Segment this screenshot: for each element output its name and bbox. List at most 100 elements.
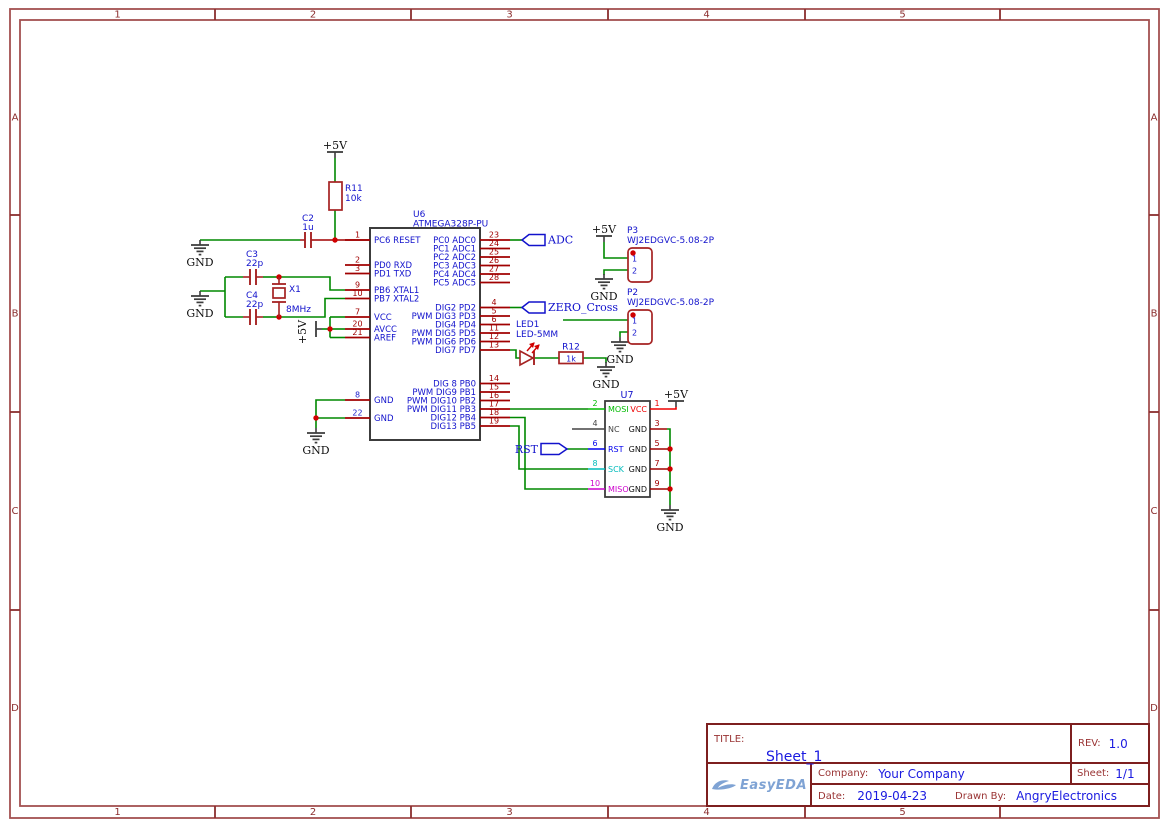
- pin-name: MOSI: [608, 405, 629, 414]
- title-block: TITLE: Sheet_1 REV: 1.0 EasyEDA Company:…: [706, 723, 1150, 807]
- component-p3[interactable]: 1 2 P3WJ2EDGVC-5.08-2P: [627, 226, 715, 283]
- pin-name: PB7 XTAL2: [374, 295, 419, 305]
- pin-number: 6: [592, 439, 597, 448]
- pin-name: SCK: [608, 465, 625, 474]
- wire[interactable]: [603, 269, 628, 275]
- net-flag-zero-cross[interactable]: ZERO_Cross: [520, 301, 618, 314]
- component-u6[interactable]: U6ATMEGA328P-PU1PC6 RESET2PD0 RXD3PD1 TX…: [345, 210, 510, 441]
- pin-number: 21: [352, 328, 362, 337]
- ref-label: P2: [627, 288, 638, 298]
- schematic-sheet: 1 1 2 2 3 3 4 4 5 5 A A B B C C D D GND GND GND GND GND GND GND +…: [0, 0, 1169, 827]
- pin-name: PC6 RESET: [374, 236, 421, 246]
- pin-number: 7: [355, 308, 360, 317]
- led-triangle[interactable]: [519, 349, 535, 367]
- frame-col-label: 2: [310, 807, 316, 818]
- component-u7[interactable]: U7 2 MOSI 4 NC 6 RST 8 SCK 10 MISO 1 VCC 3 GND 5 GND 7 GND…: [572, 390, 667, 498]
- crystal-body[interactable]: [272, 287, 286, 299]
- net-flag-shape[interactable]: [520, 233, 546, 247]
- net-flag-shape[interactable]: [540, 442, 569, 456]
- schematic-canvas[interactable]: 1122334455A AB BC CD DGNDGNDGNDGNDGNDGNDGND+…: [0, 0, 1169, 827]
- net-flag-shape[interactable]: [520, 301, 546, 314]
- company-cell: Company: Your Company: [812, 764, 1070, 783]
- wire[interactable]: [510, 349, 520, 359]
- pin-name: GND: [629, 485, 647, 494]
- sheet-title[interactable]: Sheet_1: [766, 749, 1064, 765]
- frame-col-label: 3: [506, 807, 512, 818]
- plus5v-label: +5V: [323, 139, 348, 152]
- pin-number: 4: [592, 419, 597, 428]
- wire-vcc[interactable]: [667, 407, 677, 410]
- rev-label: REV:: [1078, 738, 1101, 749]
- title-block-info-cells: Company: Your Company Sheet: 1/1 Date: 2…: [810, 764, 1148, 807]
- component-r12[interactable]: R121k: [558, 343, 584, 365]
- title-block-row-title: TITLE: Sheet_1 REV: 1.0: [708, 725, 1148, 765]
- frame-col-label: 5: [899, 10, 905, 21]
- pin-name: GND: [374, 396, 394, 406]
- plus5v-avcc[interactable]: +5V: [296, 319, 322, 344]
- net-flag-adc[interactable]: ADC: [520, 233, 573, 247]
- junction-dot: [332, 237, 338, 243]
- pin-number: 28: [489, 273, 499, 282]
- gnd-symbol-u7[interactable]: GND: [656, 505, 684, 534]
- component-p2[interactable]: 1 2 P2WJ2EDGVC-5.08-2P: [627, 288, 715, 345]
- frame-col-label: 1: [114, 807, 120, 818]
- pin-number: 3: [355, 264, 360, 273]
- component-x1[interactable]: X1 8MHz: [272, 277, 311, 317]
- plus5v-u7[interactable]: +5V: [664, 388, 689, 407]
- sheet-value[interactable]: 1/1: [1115, 767, 1134, 781]
- easyeda-logo-text: EasyEDA: [739, 778, 808, 793]
- resistor-body[interactable]: [328, 181, 343, 211]
- rev-value[interactable]: 1.0: [1109, 737, 1128, 751]
- gnd-symbol-p3[interactable]: GND: [590, 274, 618, 303]
- component-c2[interactable]: C21u: [300, 214, 314, 248]
- frame-col-label: 1: [114, 10, 120, 21]
- frame-row-label: A: [1151, 113, 1158, 124]
- wire[interactable]: [315, 399, 345, 428]
- frame-col-label: 5: [899, 807, 905, 818]
- component-c3[interactable]: C322p: [243, 250, 263, 285]
- component-c4[interactable]: C422p: [243, 291, 263, 325]
- drawn-by-label: Drawn By:: [955, 790, 1007, 802]
- plus5v-p3[interactable]: +5V: [592, 223, 617, 242]
- gnd-symbol-r12[interactable]: GND: [592, 362, 620, 391]
- plus5v-r11[interactable]: +5V: [323, 139, 348, 158]
- wire[interactable]: [583, 357, 607, 363]
- plus5v-label: +5V: [592, 223, 617, 236]
- company-value[interactable]: Your Company: [878, 767, 965, 781]
- ref-label: U7: [621, 390, 634, 401]
- pin-name: PD1 TXD: [374, 270, 412, 280]
- wire[interactable]: [603, 242, 628, 259]
- frame-outer-border: [9, 8, 1160, 819]
- frame-row-label: A: [12, 113, 19, 124]
- connector-pin-number: 1: [632, 317, 637, 326]
- frame-row-label: C: [1151, 506, 1158, 517]
- gnd-label: GND: [186, 256, 213, 269]
- sheet-cell: Sheet: 1/1: [1070, 764, 1148, 783]
- value-label: WJ2EDGVC-5.08-2P: [627, 298, 715, 308]
- connector-pin-number: 1: [632, 255, 637, 264]
- pin-number: 9: [654, 479, 659, 488]
- junction-dot: [667, 486, 673, 492]
- pin-name: GND: [374, 414, 394, 424]
- component-r11[interactable]: R1110k: [328, 181, 363, 211]
- gnd-symbol-crystal[interactable]: GND: [186, 291, 214, 320]
- net-flag-label: RST: [515, 443, 539, 456]
- title-cell: TITLE: Sheet_1: [708, 725, 1070, 765]
- pin-number: 7: [654, 459, 659, 468]
- gnd-symbol-u6[interactable]: GND: [302, 428, 330, 457]
- gnd-label: GND: [592, 378, 619, 391]
- plus5v-label: +5V: [664, 388, 689, 401]
- frame-row-label: D: [1150, 703, 1158, 714]
- pin-name: RST: [608, 445, 624, 454]
- frame-row-label: B: [12, 309, 19, 320]
- drawn-by-value[interactable]: AngryElectronics: [1016, 789, 1117, 803]
- wire[interactable]: [619, 331, 628, 337]
- gnd-symbol-reset[interactable]: GND: [186, 240, 214, 269]
- pin-number: 1: [355, 231, 360, 240]
- title-label: TITLE:: [714, 734, 745, 745]
- easyeda-logo-icon: [711, 780, 736, 790]
- gnd-label: GND: [656, 521, 683, 534]
- pin-number: 3: [654, 419, 659, 428]
- net-flag-rst[interactable]: RST: [515, 442, 569, 456]
- date-value[interactable]: 2019-04-23: [857, 789, 927, 803]
